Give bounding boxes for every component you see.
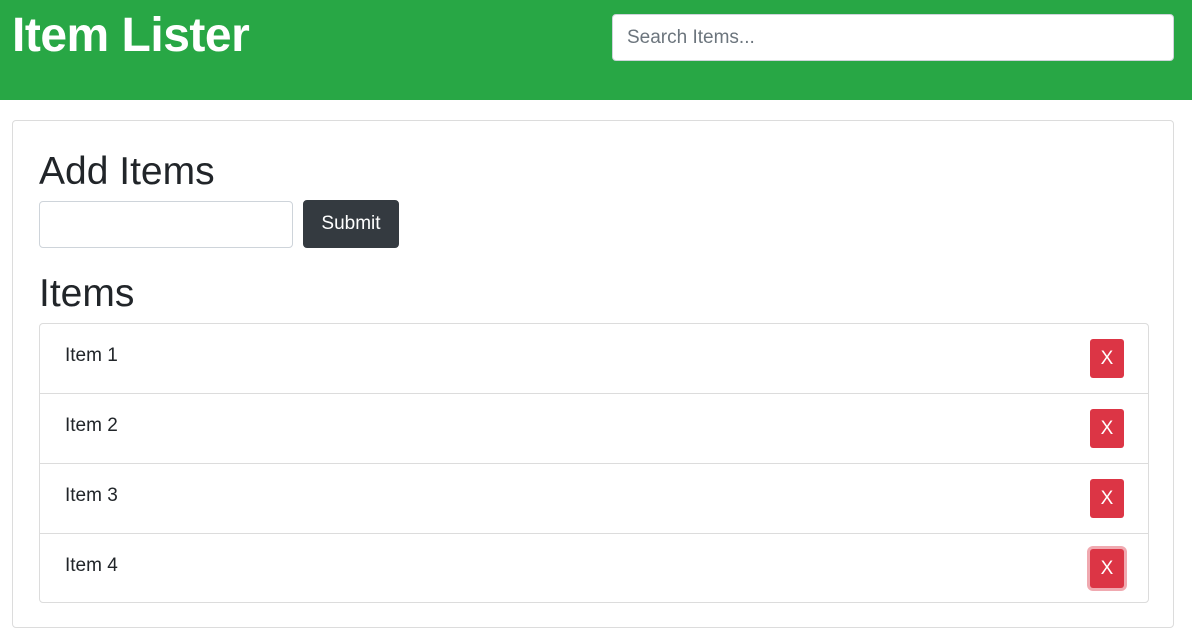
list-item: Item 3 X [40, 464, 1148, 534]
item-label: Item 1 [65, 345, 118, 366]
list-item: Item 1 X [40, 324, 1148, 394]
item-label: Item 4 [65, 555, 118, 576]
items-heading: Items [39, 272, 135, 315]
list-item: Item 2 X [40, 394, 1148, 464]
main-card: Add Items Submit Items Item 1 X Item 2 X… [12, 120, 1174, 628]
header-bar: Item Lister [0, 0, 1192, 100]
delete-button[interactable]: X [1090, 339, 1124, 378]
app-title: Item Lister [12, 9, 250, 62]
search-input[interactable] [612, 14, 1174, 61]
delete-button[interactable]: X [1090, 479, 1124, 518]
delete-button[interactable]: X [1090, 409, 1124, 448]
add-item-input[interactable] [39, 201, 293, 248]
list-item: Item 4 X [40, 534, 1148, 602]
delete-button[interactable]: X [1090, 549, 1124, 588]
items-list: Item 1 X Item 2 X Item 3 X Item 4 X [39, 323, 1149, 603]
submit-button[interactable]: Submit [303, 200, 399, 248]
add-items-heading: Add Items [39, 150, 215, 193]
item-label: Item 2 [65, 415, 118, 436]
item-label: Item 3 [65, 485, 118, 506]
